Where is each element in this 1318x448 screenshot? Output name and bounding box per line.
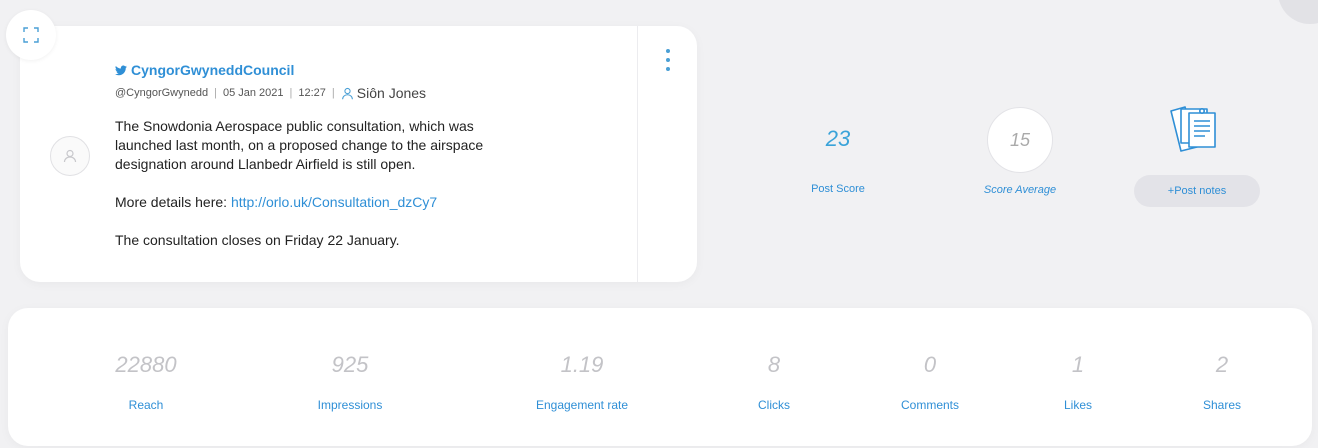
post-handle: @CyngorGwynedd bbox=[115, 87, 209, 99]
post-score-value: 23 bbox=[825, 126, 851, 151]
meta-separator: | bbox=[214, 87, 217, 99]
post-more-details: More details here: http://orlo.uk/Consul… bbox=[115, 193, 585, 212]
post-closing-text: The consultation closes on Friday 22 Jan… bbox=[115, 232, 400, 248]
stat-value: 1.19 bbox=[560, 352, 604, 377]
meta-separator: | bbox=[331, 87, 335, 99]
stat-label[interactable]: Shares bbox=[1122, 398, 1318, 412]
score-average-circle: 15 bbox=[987, 107, 1053, 173]
corner-decoration bbox=[1278, 0, 1318, 24]
post-text-line: The Snowdonia Aerospace public consultat… bbox=[115, 118, 474, 134]
expand-button[interactable] bbox=[6, 10, 56, 60]
meta-separator: | bbox=[289, 87, 293, 99]
avatar bbox=[50, 136, 90, 176]
twitter-icon bbox=[115, 65, 127, 75]
notes-icon[interactable] bbox=[1167, 103, 1221, 155]
account-name[interactable]: CyngorGwyneddCouncil bbox=[115, 62, 294, 78]
stat-value: 22880 bbox=[115, 352, 177, 377]
post-body: The Snowdonia Aerospace public consultat… bbox=[115, 117, 585, 250]
post-time: 12:27 bbox=[298, 87, 326, 99]
stat-label[interactable]: Impressions bbox=[250, 398, 450, 412]
user-icon bbox=[341, 87, 353, 99]
score-average-label: Score Average bbox=[983, 184, 1057, 196]
post-link[interactable]: http://orlo.uk/Consultation_dzCy7 bbox=[231, 194, 437, 210]
score-average-value: 15 bbox=[1009, 129, 1031, 150]
stats-card: 22880 Reach 925 Impressions 1.19 Engagem… bbox=[8, 308, 1312, 446]
post-notes-button[interactable]: +Post notes bbox=[1134, 175, 1260, 207]
stat-shares: 2 Shares bbox=[1122, 308, 1318, 446]
stat-impressions: 925 Impressions bbox=[250, 308, 450, 446]
kebab-menu-icon[interactable] bbox=[665, 49, 671, 71]
stat-value: 2 bbox=[1215, 352, 1229, 377]
avatar-placeholder-icon bbox=[63, 149, 77, 163]
post-text-line: designation around Llanbedr Airfield is … bbox=[115, 156, 416, 172]
post-more-prefix: More details here: bbox=[115, 194, 231, 210]
stat-value: 925 bbox=[331, 352, 369, 377]
stat-reach: 22880 Reach bbox=[46, 308, 246, 446]
post-meta: @CyngorGwynedd | 05 Jan 2021 | 12:27 | S… bbox=[115, 85, 426, 101]
post-author[interactable]: Siôn Jones bbox=[357, 85, 426, 101]
stat-label[interactable]: Reach bbox=[46, 398, 246, 412]
stat-label[interactable]: Engagement rate bbox=[482, 398, 682, 412]
post-card: CyngorGwyneddCouncil @CyngorGwynedd | 05… bbox=[20, 26, 697, 282]
post-text-line: launched last month, on a proposed chang… bbox=[115, 137, 484, 153]
stat-engagement-rate: 1.19 Engagement rate bbox=[482, 308, 682, 446]
post-date: 05 Jan 2021 bbox=[222, 87, 284, 99]
post-score-label: Post Score bbox=[811, 183, 865, 195]
expand-icon bbox=[23, 27, 39, 43]
account-name-text: CyngorGwyneddCouncil bbox=[131, 62, 295, 78]
